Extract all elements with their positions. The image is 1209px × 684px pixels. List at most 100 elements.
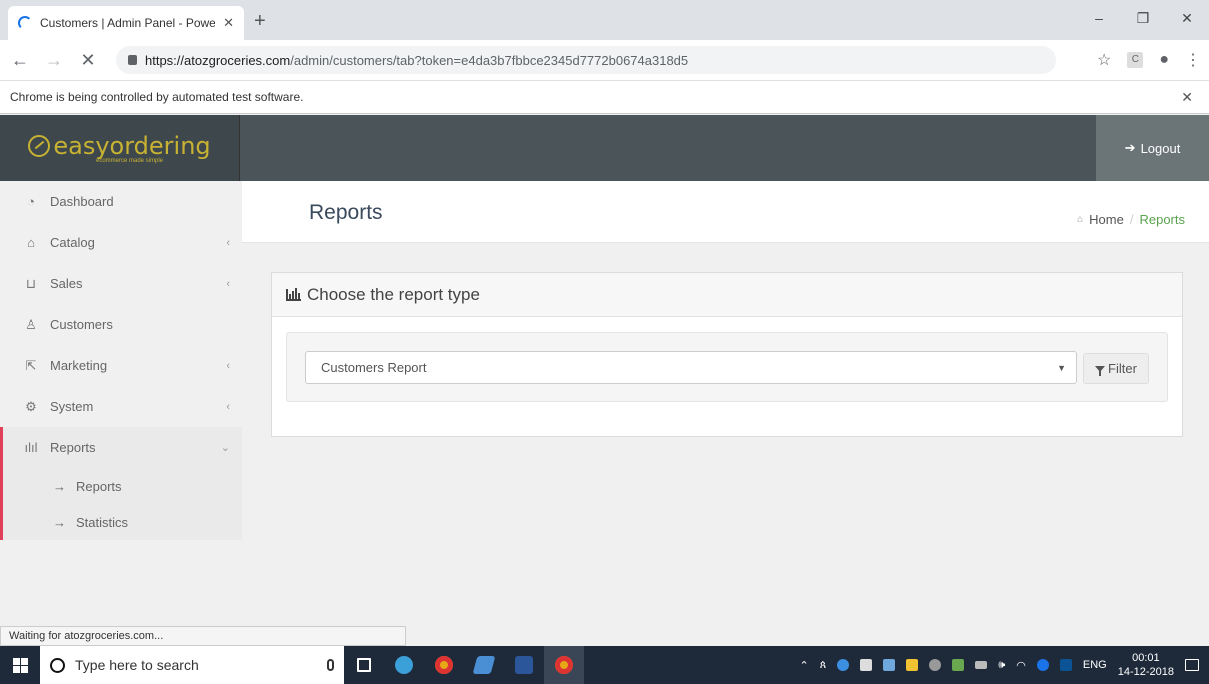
automation-infobar: Chrome is being controlled by automated …: [0, 80, 1209, 114]
chevron-down-icon: ⌄: [220, 442, 230, 454]
sidebar-item-system[interactable]: ⚙ System ‹: [0, 386, 242, 427]
dropdown-caret-icon: ▼: [1057, 362, 1066, 373]
share-icon: ⇱: [25, 357, 37, 373]
lock-icon: [128, 55, 137, 65]
cart-icon: ⊔: [25, 275, 37, 291]
url-path: /admin/customers/tab?token=e4da3b7fbbce2…: [290, 52, 689, 68]
sidebar-item-catalog[interactable]: ⌂ Catalog ‹: [0, 222, 242, 263]
app-globe-icon[interactable]: [384, 646, 424, 684]
battery-icon[interactable]: [975, 661, 988, 669]
sidebar-subitem-statistics[interactable]: → Statistics: [3, 504, 242, 540]
new-tab-icon[interactable]: +: [254, 10, 266, 33]
sidebar-item-label: Dashboard: [50, 194, 114, 209]
cortana-icon: [50, 657, 65, 673]
show-hidden-icons-icon[interactable]: ⌃: [800, 659, 809, 672]
logout-button[interactable]: ➔ Logout: [1096, 115, 1209, 181]
browser-toolbar: ← → ✕ https://atozgroceries.com/admin/cu…: [0, 40, 1209, 80]
extension-icon[interactable]: C: [1127, 52, 1144, 68]
volume-icon[interactable]: 🕪: [998, 659, 1005, 672]
notifications-icon[interactable]: [1185, 659, 1199, 671]
loading-spinner-icon: [18, 16, 32, 30]
taskbar-search-placeholder: Type here to search: [75, 657, 199, 673]
chevron-left-icon: ‹: [226, 277, 230, 290]
browser-tab[interactable]: Customers | Admin Panel - Powe ✕: [8, 6, 244, 40]
start-button[interactable]: [0, 646, 40, 684]
tray-app-icon[interactable]: [1059, 659, 1072, 671]
sidebar-item-label: Customers: [50, 317, 113, 332]
report-type-value: Customers Report: [321, 360, 427, 375]
sidebar-item-marketing[interactable]: ⇱ Marketing ‹: [0, 345, 242, 386]
panel-heading: Choose the report type: [272, 273, 1182, 317]
sidebar-item-customers[interactable]: ♙ Customers: [0, 304, 242, 345]
breadcrumb-home[interactable]: Home: [1089, 212, 1124, 227]
address-bar[interactable]: https://atozgroceries.com/admin/customer…: [116, 46, 1056, 74]
tag-icon: ⌂: [27, 235, 35, 250]
url-text: https://atozgroceries.com/admin/customer…: [145, 53, 688, 68]
tray-app-icon[interactable]: [837, 659, 850, 671]
tray-app-icon[interactable]: [929, 659, 942, 671]
sidebar-item-sales[interactable]: ⊔ Sales ‹: [0, 263, 242, 304]
language-indicator[interactable]: ENG: [1083, 659, 1107, 671]
report-type-select[interactable]: Customers Report ▼: [305, 351, 1077, 384]
sidebar-item-label: Reports: [50, 440, 96, 455]
forward-icon[interactable]: →: [40, 50, 68, 71]
clock[interactable]: 00:01 14-12-2018: [1118, 651, 1174, 679]
infobar-close-icon[interactable]: ✕: [1181, 89, 1193, 106]
sidebar-item-label: Marketing: [50, 358, 108, 373]
sidebar: ◔ Dashboard ⌂ Catalog ‹ ⊔ Sales ‹ ♙ Cust…: [0, 181, 242, 626]
sidebar-item-label: System: [50, 399, 94, 414]
profile-icon[interactable]: ●: [1159, 51, 1169, 69]
minimize-icon[interactable]: –: [1077, 0, 1121, 36]
reports-menu-group: ılıl Reports ⌄ → Reports → Statistics: [0, 427, 242, 540]
bar-chart-icon: ılıl: [24, 440, 38, 455]
chevron-left-icon: ‹: [226, 359, 230, 372]
filter-button[interactable]: Filter: [1083, 353, 1149, 384]
page-header: Reports ⌂ Home / Reports: [242, 181, 1209, 243]
back-icon[interactable]: ←: [6, 50, 34, 71]
filter-icon: [1095, 365, 1106, 376]
filter-well: Customers Report ▼ Filter: [286, 332, 1168, 402]
stop-icon[interactable]: ✕: [74, 50, 102, 71]
sidebar-item-dashboard[interactable]: ◔ Dashboard: [0, 181, 242, 222]
arrow-right-icon: →: [53, 478, 66, 494]
report-type-panel: Choose the report type Customers Report …: [271, 272, 1183, 437]
automation-notice: Chrome is being controlled by automated …: [10, 90, 304, 104]
windows-logo-icon: [12, 657, 28, 673]
close-window-icon[interactable]: ✕: [1165, 0, 1209, 36]
restore-icon[interactable]: ❐: [1121, 0, 1165, 36]
logo-tagline: ecommerce made simple: [95, 158, 164, 164]
logo[interactable]: easyordering ecommerce made simple: [0, 115, 240, 181]
bookmark-star-icon[interactable]: ☆: [1097, 50, 1111, 70]
bluetooth-icon[interactable]: [1036, 659, 1049, 671]
breadcrumb-current[interactable]: Reports: [1139, 212, 1185, 227]
mail-icon[interactable]: [883, 659, 896, 671]
tab-title: Customers | Admin Panel - Powe: [40, 16, 216, 30]
chrome-icon[interactable]: [424, 646, 464, 684]
toolbar-actions: ☆ C ● ⋮: [1097, 50, 1201, 70]
arrow-right-icon: →: [53, 514, 66, 530]
word-icon[interactable]: [504, 646, 544, 684]
bar-chart-icon: [286, 287, 301, 301]
sidebar-item-label: Sales: [50, 276, 83, 291]
tab-close-icon[interactable]: ✕: [223, 15, 234, 31]
sidebar-item-reports[interactable]: ılıl Reports ⌄: [3, 427, 242, 468]
microphone-icon[interactable]: [327, 659, 334, 671]
taskbar-search[interactable]: Type here to search: [40, 646, 344, 684]
sidebar-item-label: Catalog: [50, 235, 95, 250]
tray-app-icon[interactable]: [860, 659, 873, 671]
menu-icon[interactable]: ⋮: [1185, 50, 1201, 70]
tray-app-icon[interactable]: [952, 659, 965, 671]
app-editor-icon[interactable]: [464, 646, 504, 684]
tray-app-icon[interactable]: [906, 659, 919, 671]
panel-heading-text: Choose the report type: [307, 284, 480, 304]
sidebar-subitem-reports[interactable]: → Reports: [3, 468, 242, 504]
people-icon[interactable]: ጰ: [820, 659, 827, 672]
logout-icon: ➔: [1124, 140, 1136, 155]
wifi-icon[interactable]: ◠: [1016, 659, 1026, 672]
task-view-icon[interactable]: [344, 646, 384, 684]
browser-tabbar: Customers | Admin Panel - Powe ✕ + – ❐ ✕: [0, 0, 1209, 40]
window-controls: – ❐ ✕: [1077, 0, 1209, 36]
chrome-active-icon[interactable]: [544, 646, 584, 684]
clock-time: 00:01: [1132, 652, 1160, 664]
app-header: easyordering ecommerce made simple ➔ Log…: [0, 115, 1209, 181]
